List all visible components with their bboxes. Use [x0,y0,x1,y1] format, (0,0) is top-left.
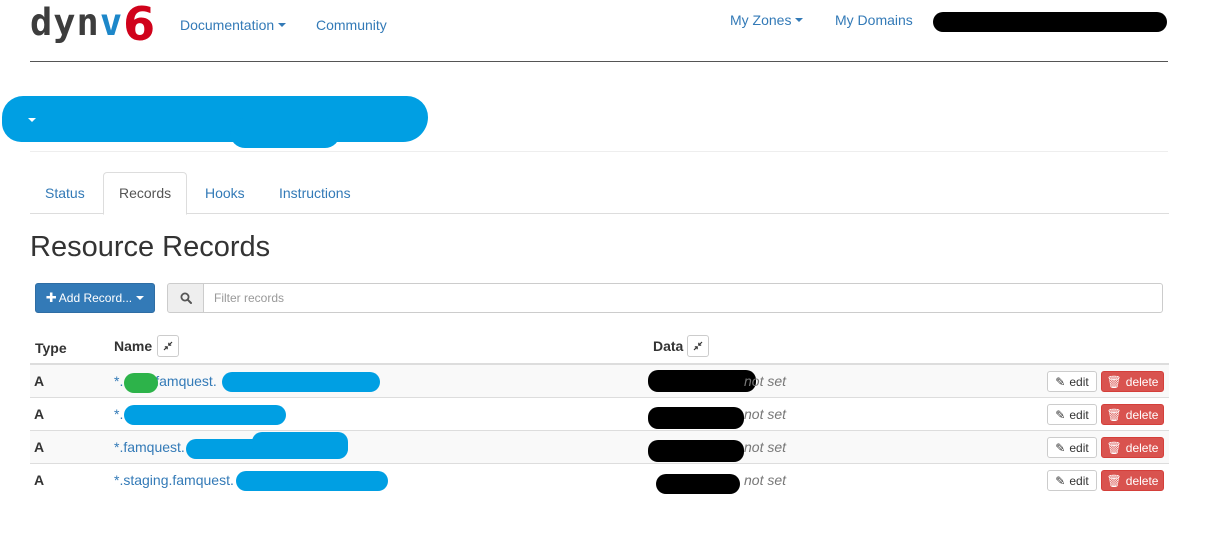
delete-button[interactable]: 🗑 delete [1101,371,1164,392]
filter-records-input[interactable] [203,283,1163,313]
pencil-icon: ✎ [1055,407,1066,422]
add-record-label: Add Record... [58,291,133,305]
record-data: not set [744,472,787,488]
nav-my-zones-label: My Zones [730,12,792,28]
edit-button[interactable]: ✎ edit [1047,437,1097,458]
trash-icon: 🗑 [1106,407,1122,422]
table-row: A *. .famquest. not set ✎ edit 🗑 delete [30,364,1169,397]
record-name-link[interactable]: *.staging.famquest. [114,464,234,497]
table-row: A *.staging.famquest. not set ✎ edit 🗑 del… [30,463,1169,496]
zone-name-redacted[interactable] [2,96,428,142]
edit-button[interactable]: ✎ edit [1047,404,1097,425]
nav-community[interactable]: Community [316,17,387,33]
tab-status[interactable]: Status [30,172,100,214]
table-row: A *. not set ✎ edit 🗑 delete [30,397,1169,430]
caret-down-icon [136,296,145,300]
record-data: not set [744,373,787,389]
record-name-link[interactable]: *. [114,398,123,431]
tab-hooks[interactable]: Hooks [190,172,260,214]
user-menu-redacted[interactable] [933,12,1167,32]
record-type: A [34,373,45,389]
collapse-name-column-button[interactable] [157,335,179,357]
zone-tabs: Status Records Hooks Instructions [30,172,1169,215]
edit-button[interactable]: ✎ edit [1047,470,1097,491]
record-name-prefix: *.staging.famquest. [114,472,234,488]
delete-label: delete [1125,440,1159,455]
compress-icon [163,341,173,351]
column-header-data: Data [653,338,684,354]
record-type: A [34,406,45,422]
nav-documentation[interactable]: Documentation [180,17,287,33]
nav-documentation-label: Documentation [180,17,275,33]
record-name-link[interactable]: *.famquest. [114,431,185,464]
delete-label: delete [1125,374,1159,389]
header-divider [30,151,1168,152]
record-name-domain: .famquest. [151,373,217,389]
edit-label: edit [1069,374,1089,389]
column-header-name: Name [114,338,153,354]
delete-label: delete [1125,473,1159,488]
record-name-prefix: *.famquest. [114,439,185,455]
zone-name-redacted-extra [230,118,340,148]
edit-label: edit [1069,473,1089,488]
record-type: A [34,472,45,488]
nav-my-domains[interactable]: My Domains [835,12,913,28]
trash-icon: 🗑 [1106,473,1122,488]
logo-text-v: v [99,1,123,44]
redacted-data [648,370,756,392]
redacted-subdomain [124,373,158,393]
column-header-type: Type [35,340,67,356]
delete-button[interactable]: 🗑 delete [1101,404,1164,425]
navbar-divider [30,61,1168,62]
plus-icon: ✚ [45,290,57,305]
dynv6-logo[interactable]: dyn v 6 [30,0,156,51]
redacted-domain-extra [252,432,348,458]
record-name-prefix: *. [114,373,124,389]
redacted-domain [222,372,380,392]
tab-records[interactable]: Records [103,172,188,215]
page-title: Resource Records [30,231,271,263]
redacted-data [648,407,744,429]
delete-label: delete [1125,407,1159,422]
trash-icon: 🗑 [1106,374,1122,389]
collapse-data-column-button[interactable] [687,335,709,357]
pencil-icon: ✎ [1055,473,1066,488]
redacted-data [648,440,744,462]
table-row: A *.famquest. not set ✎ edit 🗑 delete [30,430,1169,463]
nav-my-domains-label: My Domains [835,12,913,28]
record-type: A [34,439,45,455]
caret-down-icon [278,23,287,27]
delete-button[interactable]: 🗑 delete [1101,437,1164,458]
nav-community-label: Community [316,17,387,33]
edit-button[interactable]: ✎ edit [1047,371,1097,392]
record-data: not set [744,406,787,422]
redacted-data [656,474,740,494]
search-icon [167,283,204,313]
redacted-domain [236,471,388,491]
tab-instructions[interactable]: Instructions [264,172,366,214]
add-record-button[interactable]: ✚ Add Record... [35,283,155,313]
edit-label: edit [1069,440,1089,455]
logo-text-dyn: dyn [30,1,100,44]
trash-icon: 🗑 [1106,440,1122,455]
zone-caret-down-icon[interactable] [28,118,36,122]
nav-my-zones[interactable]: My Zones [730,12,804,28]
logo-text-6: 6 [123,0,156,51]
caret-down-icon [795,18,804,22]
edit-label: edit [1069,407,1089,422]
delete-button[interactable]: 🗑 delete [1101,470,1164,491]
record-name-prefix: *. [114,406,124,422]
pencil-icon: ✎ [1055,374,1066,389]
pencil-icon: ✎ [1055,440,1066,455]
redacted-domain [124,405,286,425]
record-data: not set [744,439,787,455]
compress-icon [693,341,703,351]
